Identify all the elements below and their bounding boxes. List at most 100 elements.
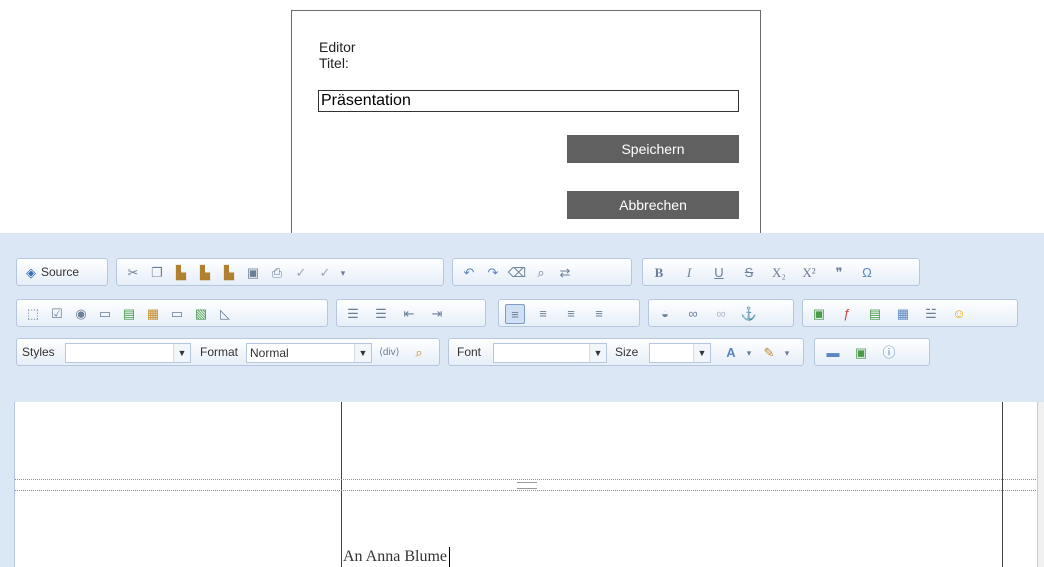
image-icon[interactable]: ▣ [809, 304, 829, 324]
font-combo[interactable]: ▼ [493, 343, 607, 363]
table-right-border [1002, 402, 1003, 567]
size-combo[interactable]: ▼ [649, 343, 711, 363]
align-center-icon[interactable]: ≡ [533, 304, 553, 324]
radio-icon[interactable]: ◉ [71, 304, 91, 324]
anchor-icon[interactable]: ⚓ [739, 304, 759, 324]
scrollbar[interactable] [1037, 402, 1044, 567]
outdent-icon[interactable]: ⇤ [399, 304, 419, 324]
show-blocks-icon[interactable]: ⟨div⟩ [379, 343, 400, 363]
numbered-list-icon[interactable]: ☰ [343, 304, 363, 324]
select-field-icon[interactable]: ▦ [143, 304, 163, 324]
flash-icon[interactable]: ƒ [837, 304, 857, 324]
indent-icon[interactable]: ⇥ [427, 304, 447, 324]
font-dropdown-icon[interactable]: ▼ [589, 344, 606, 362]
editor-label: Editor [319, 39, 356, 55]
body-text[interactable]: An Anna Blume [343, 547, 450, 567]
spellcheck-icon[interactable]: ✓ [291, 263, 311, 283]
about-icon[interactable]: ⓘ [879, 343, 899, 363]
format-label: Format [200, 345, 239, 359]
save-button[interactable]: Speichern [567, 135, 739, 163]
tools-group: ▬ ▣ ⓘ [814, 338, 930, 366]
link-icon[interactable]: ∞ [683, 304, 703, 324]
hidden-field-icon[interactable]: ◺ [215, 304, 235, 324]
template-icon[interactable]: ▤ [865, 304, 885, 324]
styles-combo[interactable]: ▼ [65, 343, 191, 363]
bold-button[interactable]: B [649, 263, 669, 283]
split-handle-icon[interactable] [517, 482, 537, 489]
styles-dropdown-icon[interactable]: ▼ [173, 344, 190, 362]
bg-color-dropdown-icon[interactable]: ▾ [777, 343, 797, 363]
scayt-icon[interactable]: ✓ [315, 263, 335, 283]
cancel-button[interactable]: Abbrechen [567, 191, 739, 219]
textarea-icon[interactable]: ▤ [119, 304, 139, 324]
form-icon[interactable]: ⬚ [23, 304, 43, 324]
flash-link-icon[interactable]: ◒ [655, 304, 675, 324]
strikethrough-button[interactable]: S [739, 263, 759, 283]
special-char-button[interactable]: Ω [857, 263, 877, 283]
select-all-icon[interactable]: ▣ [243, 263, 263, 283]
smiley-icon[interactable]: ☺ [949, 304, 969, 324]
paste-text-icon[interactable]: ▙ [195, 263, 215, 283]
text-color-icon[interactable]: A [721, 343, 741, 363]
copy-icon[interactable]: ❐ [147, 263, 167, 283]
bulleted-list-icon[interactable]: ☰ [371, 304, 391, 324]
blockquote-button[interactable]: ❞ [829, 263, 849, 283]
forms-group: ⬚ ☑ ◉ ▭ ▤ ▦ ▭ ▧ ◺ [16, 299, 328, 327]
size-label: Size [615, 345, 639, 359]
title-dialog: Editor Titel: Speichern Abbrechen [291, 10, 761, 240]
styles-label: Styles [22, 345, 55, 359]
print-icon[interactable]: ⎙ [267, 263, 287, 283]
font-size-group: Font ▼ Size ▼ A ▾ ✎ ▾ [448, 338, 804, 366]
find-icon[interactable]: ⌕ [531, 263, 551, 283]
page-break-line [15, 490, 1038, 491]
rich-text-editor: ◈ Source ✂ ❐ ▙ ▙ ▙ ▣ ⎙ ✓ ✓ ▾ ↶ ↷ ⌫ ⌕ ⇄ B… [0, 233, 1044, 567]
table-icon[interactable]: ▦ [893, 304, 913, 324]
page-break-line [15, 479, 1038, 480]
bg-color-icon[interactable]: ✎ [759, 343, 779, 363]
redo-icon[interactable]: ↷ [483, 263, 503, 283]
format-dropdown-icon[interactable]: ▼ [354, 344, 371, 362]
size-dropdown-icon[interactable]: ▼ [693, 344, 710, 362]
format-combo[interactable]: Normal ▼ [246, 343, 372, 363]
insert-group: ▣ ƒ ▤ ▦ ☱ ☺ [802, 299, 1018, 327]
replace-icon[interactable]: ⇄ [555, 263, 575, 283]
titel-label: Titel: [319, 55, 349, 71]
table-column-divider [341, 402, 342, 567]
titel-input[interactable] [318, 90, 739, 112]
cut-icon[interactable]: ✂ [123, 263, 143, 283]
undo-icon[interactable]: ↶ [459, 263, 479, 283]
subscript-button[interactable]: X₂ [769, 263, 789, 283]
superscript-button[interactable]: X² [799, 263, 819, 283]
textfield-icon[interactable]: ▭ [95, 304, 115, 324]
align-left-icon[interactable]: ≡ [505, 304, 525, 324]
horizontal-rule-icon[interactable]: ☱ [921, 304, 941, 324]
button-field-icon[interactable]: ▭ [167, 304, 187, 324]
list-group: ☰ ☰ ⇤ ⇥ [336, 299, 486, 327]
align-right-icon[interactable]: ≡ [561, 304, 581, 324]
paste-icon[interactable]: ▙ [171, 263, 191, 283]
editor-content[interactable]: An Anna Blume [14, 402, 1038, 567]
unlink-icon[interactable]: ∞ [711, 304, 731, 324]
preview-icon[interactable]: ⌕ [409, 343, 429, 363]
image-button-icon[interactable]: ▧ [191, 304, 211, 324]
font-label: Font [457, 345, 482, 359]
basic-styles-group: B I U S X₂ X² ❞ Ω [642, 258, 920, 286]
italic-button[interactable]: I [679, 263, 699, 283]
underline-button[interactable]: U [709, 263, 729, 283]
clipboard-group: ✂ ❐ ▙ ▙ ▙ ▣ ⎙ ✓ ✓ ▾ [116, 258, 444, 286]
styles-format-group: Styles ▼ Format Normal ▼ ⟨div⟩ ⌕ [16, 338, 440, 366]
remove-format-icon[interactable]: ⌫ [507, 263, 527, 283]
maximize-icon[interactable]: ▬ [823, 343, 843, 363]
align-group: ≡ ≡ ≡ ≡ [498, 299, 640, 327]
checkbox-icon[interactable]: ☑ [47, 304, 67, 324]
text-color-dropdown-icon[interactable]: ▾ [739, 343, 759, 363]
source-icon: ◈ [26, 265, 36, 280]
blocks-icon[interactable]: ▣ [851, 343, 871, 363]
source-button[interactable]: Source [41, 265, 79, 279]
justify-icon[interactable]: ≡ [589, 304, 609, 324]
scayt-dropdown-icon[interactable]: ▾ [333, 263, 353, 283]
paste-word-icon[interactable]: ▙ [219, 263, 239, 283]
format-value: Normal [250, 346, 289, 360]
undo-group: ↶ ↷ ⌫ ⌕ ⇄ [452, 258, 632, 286]
link-group: ◒ ∞ ∞ ⚓ [648, 299, 794, 327]
